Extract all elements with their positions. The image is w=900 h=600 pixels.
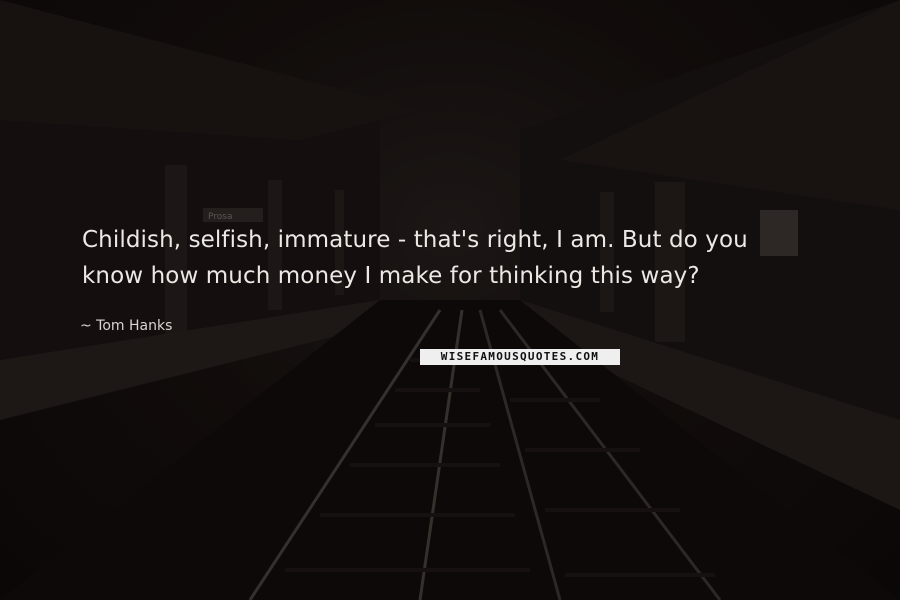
watermark-logo: WISEFAMOUSQUOTES.COM — [420, 349, 620, 365]
quote-line-1: Childish, selfish, immature - that's rig… — [82, 227, 748, 253]
quote-line-2: know how much money I make for thinking … — [82, 263, 700, 289]
quote-author: ~ Tom Hanks — [80, 318, 173, 334]
train-station-background: Prosa — [0, 0, 900, 600]
quote-text: Childish, selfish, immature - that's rig… — [82, 222, 842, 294]
quote-card: Prosa Childish, selfish, immature - that… — [0, 0, 900, 600]
